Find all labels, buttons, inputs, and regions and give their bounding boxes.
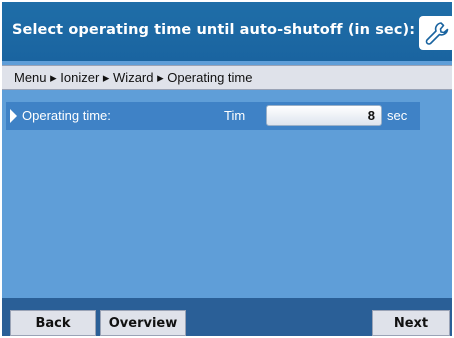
settings-button[interactable]: [419, 16, 452, 50]
next-button[interactable]: Next: [372, 310, 450, 336]
parameter-code: Tim: [224, 108, 246, 123]
overview-button[interactable]: Overview: [100, 310, 186, 336]
settings-panel: Operating time: Tim 8 sec: [2, 90, 452, 298]
operating-time-label: Operating time:: [22, 108, 111, 123]
operating-time-row[interactable]: Operating time: Tim 8 sec: [6, 102, 420, 130]
unit-label: sec: [387, 108, 408, 123]
operating-time-input[interactable]: 8: [266, 105, 382, 126]
wrench-icon: [425, 22, 449, 45]
operating-time-value: 8: [367, 108, 375, 123]
softkey-bar: Back Overview Next: [2, 298, 452, 336]
device-screen: Select operating time until auto-shutoff…: [2, 2, 452, 336]
breadcrumb: Menu ▸ Ionizer ▸ Wizard ▸ Operating time: [2, 65, 452, 90]
selection-arrow-icon: [10, 109, 17, 123]
back-button[interactable]: Back: [10, 310, 96, 336]
page-title: Select operating time until auto-shutoff…: [12, 22, 416, 38]
breadcrumb-text: Menu ▸ Ionizer ▸ Wizard ▸ Operating time: [14, 70, 253, 85]
title-bar: Select operating time until auto-shutoff…: [2, 2, 452, 61]
